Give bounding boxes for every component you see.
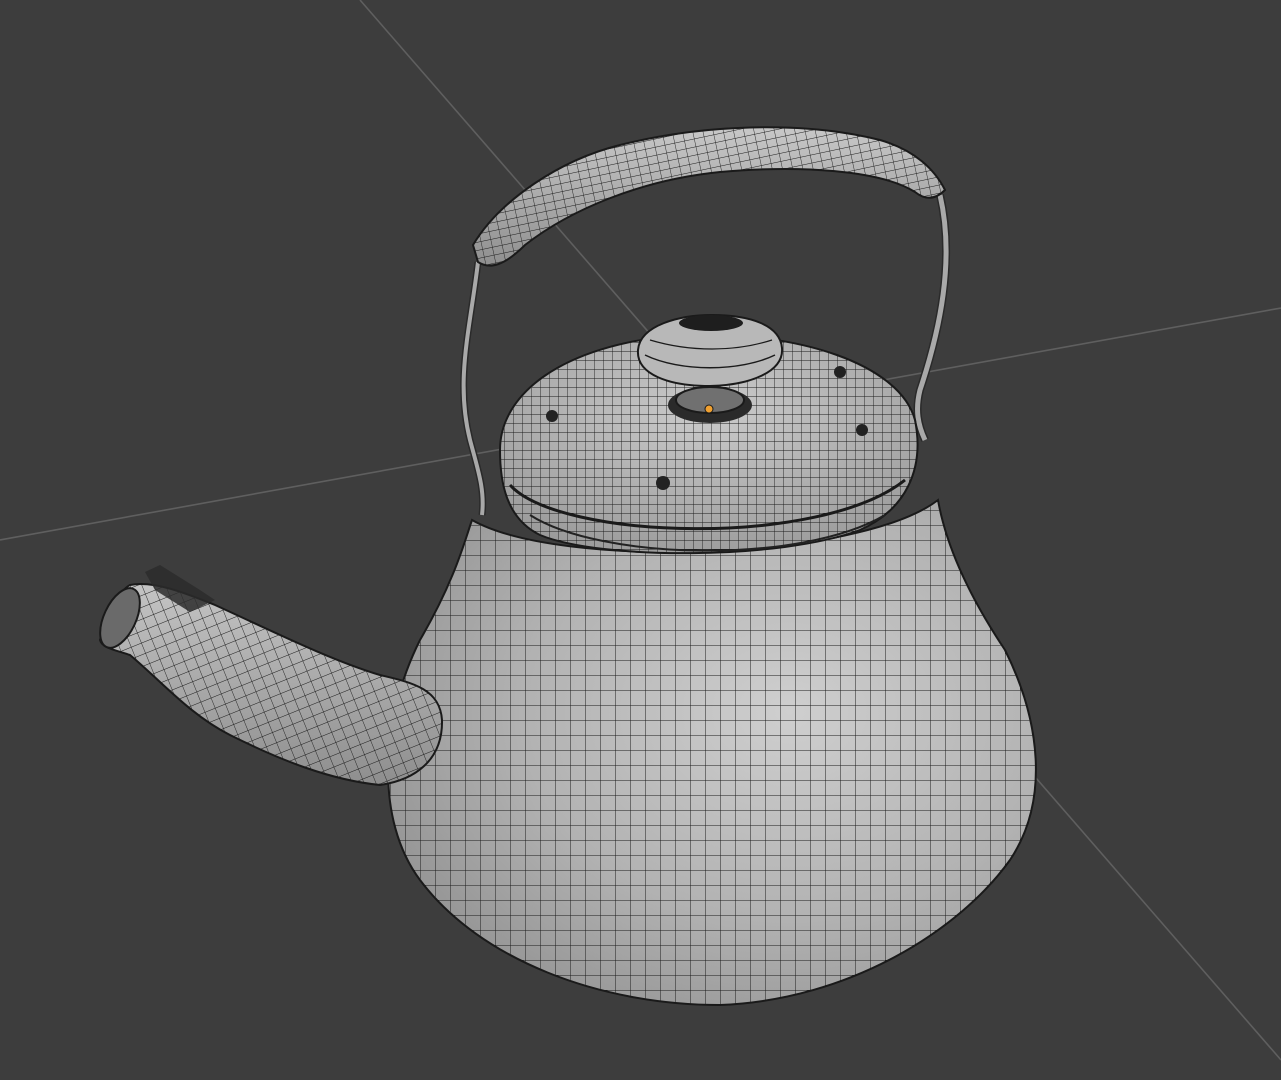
viewport-canvas[interactable] xyxy=(0,0,1281,1080)
lid-hole xyxy=(546,410,558,422)
kettle-body[interactable] xyxy=(370,490,1060,1020)
3d-viewport[interactable] xyxy=(0,0,1281,1080)
lid-hole xyxy=(856,424,868,436)
lid-hole xyxy=(834,366,846,378)
lid-hole xyxy=(656,476,670,490)
object-origin-dot[interactable] xyxy=(704,404,714,414)
